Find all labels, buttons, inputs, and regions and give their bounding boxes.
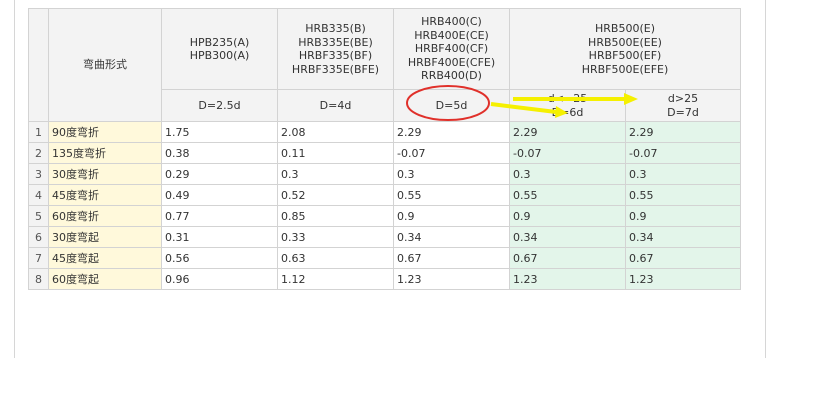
- row-number[interactable]: 5: [28, 205, 49, 227]
- subheader-d5: D=5d: [393, 89, 510, 122]
- header-line: HRBF335E(BFE): [291, 62, 380, 76]
- bend-table: 弯曲形式 HPB235(A) HPB300(A) HRB335(B) HRB33…: [28, 8, 741, 290]
- header-group-hrb400: HRB400(C) HRB400E(CE) HRBF400(CF) HRBF40…: [393, 8, 510, 90]
- subheader-d6: d<=25 D=6d: [509, 89, 626, 122]
- bend-form-cell[interactable]: 30度弯折: [48, 163, 162, 185]
- subheader-line: D=6d: [551, 105, 584, 119]
- value-cell-d7[interactable]: 0.34: [625, 226, 741, 248]
- bend-form-cell[interactable]: 135度弯折: [48, 142, 162, 164]
- row-number[interactable]: 7: [28, 247, 49, 269]
- value-cell-d5[interactable]: -0.07: [393, 142, 510, 164]
- value-cell-d5[interactable]: 0.9: [393, 205, 510, 227]
- value-cell-d6[interactable]: -0.07: [509, 142, 626, 164]
- table-row: 7 45度弯起 0.56 0.63 0.67 0.67 0.67: [28, 247, 741, 269]
- value-cell-d4[interactable]: 0.52: [277, 184, 394, 206]
- header-line: HRBF400(CF): [414, 42, 489, 56]
- header-group-hrb335: HRB335(B) HRB335E(BE) HRBF335(BF) HRBF33…: [277, 8, 394, 90]
- value-cell-d25[interactable]: 0.38: [161, 142, 278, 164]
- header-line: HRB500(E): [595, 22, 655, 35]
- header-line: HPB235(A): [189, 35, 250, 49]
- value-cell-d6[interactable]: 0.67: [509, 247, 626, 269]
- value-cell-d7[interactable]: 0.67: [625, 247, 741, 269]
- subheader-line: D=7d: [667, 105, 699, 119]
- header-line: HRB335(B): [305, 22, 366, 35]
- bend-form-cell[interactable]: 90度弯折: [48, 121, 162, 143]
- value-cell-d4[interactable]: 1.12: [277, 268, 394, 290]
- value-cell-d5[interactable]: 0.55: [393, 184, 510, 206]
- value-cell-d5[interactable]: 0.3: [393, 163, 510, 185]
- table-row: 2 135度弯折 0.38 0.11 -0.07 -0.07 -0.07: [28, 142, 741, 164]
- table-row: 6 30度弯起 0.31 0.33 0.34 0.34 0.34: [28, 226, 741, 248]
- subheader-line: d>25: [667, 92, 699, 105]
- value-cell-d4[interactable]: 0.33: [277, 226, 394, 248]
- value-cell-d5[interactable]: 1.23: [393, 268, 510, 290]
- value-cell-d7[interactable]: 0.9: [625, 205, 741, 227]
- value-cell-d7[interactable]: -0.07: [625, 142, 741, 164]
- bend-form-cell[interactable]: 30度弯起: [48, 226, 162, 248]
- value-cell-d25[interactable]: 0.96: [161, 268, 278, 290]
- table-row: 1 90度弯折 1.75 2.08 2.29 2.29 2.29: [28, 121, 741, 143]
- bend-form-cell[interactable]: 45度弯起: [48, 247, 162, 269]
- value-cell-d5[interactable]: 0.34: [393, 226, 510, 248]
- value-cell-d5[interactable]: 2.29: [393, 121, 510, 143]
- header-line: HRBF400E(CFE): [407, 55, 496, 69]
- header-group-hrb500: HRB500(E) HRB500E(EE) HRBF500(EF) HRBF50…: [509, 8, 741, 90]
- value-cell-d25[interactable]: 0.29: [161, 163, 278, 185]
- header-line: HRBF500(EF): [588, 49, 662, 62]
- value-cell-d4[interactable]: 0.63: [277, 247, 394, 269]
- value-cell-d6[interactable]: 1.23: [509, 268, 626, 290]
- table-row: 5 60度弯折 0.77 0.85 0.9 0.9 0.9: [28, 205, 741, 227]
- bend-form-cell[interactable]: 45度弯折: [48, 184, 162, 206]
- value-cell-d6[interactable]: 0.55: [509, 184, 626, 206]
- header-line: HRBF500E(EFE): [581, 62, 669, 76]
- value-cell-d25[interactable]: 0.31: [161, 226, 278, 248]
- value-cell-d25[interactable]: 0.77: [161, 205, 278, 227]
- corner-cell: [28, 8, 49, 122]
- value-cell-d7[interactable]: 0.3: [625, 163, 741, 185]
- value-cell-d7[interactable]: 2.29: [625, 121, 741, 143]
- row-number[interactable]: 1: [28, 121, 49, 143]
- value-cell-d4[interactable]: 0.85: [277, 205, 394, 227]
- header-group-hpb: HPB235(A) HPB300(A): [161, 8, 278, 90]
- bend-form-header: 弯曲形式: [48, 8, 162, 122]
- subheader-line: d<=25: [547, 92, 588, 105]
- value-cell-d25[interactable]: 1.75: [161, 121, 278, 143]
- bend-form-cell[interactable]: 60度弯折: [48, 205, 162, 227]
- value-cell-d6[interactable]: 0.9: [509, 205, 626, 227]
- value-cell-d4[interactable]: 0.3: [277, 163, 394, 185]
- header-line: HPB300(A): [189, 49, 250, 62]
- value-cell-d6[interactable]: 0.3: [509, 163, 626, 185]
- header-line: HRB500E(EE): [588, 35, 662, 49]
- header-line: HRB400(C): [421, 15, 482, 29]
- table-row: 3 30度弯折 0.29 0.3 0.3 0.3 0.3: [28, 163, 741, 185]
- subheader-d7: d>25 D=7d: [625, 89, 741, 122]
- subheader-d25: D=2.5d: [161, 89, 278, 122]
- row-number[interactable]: 6: [28, 226, 49, 248]
- value-cell-d7[interactable]: 0.55: [625, 184, 741, 206]
- value-cell-d4[interactable]: 0.11: [277, 142, 394, 164]
- row-number[interactable]: 3: [28, 163, 49, 185]
- value-cell-d25[interactable]: 0.49: [161, 184, 278, 206]
- header-line: HRBF335(BF): [298, 49, 373, 62]
- value-cell-d5[interactable]: 0.67: [393, 247, 510, 269]
- bend-form-cell[interactable]: 60度弯起: [48, 268, 162, 290]
- subheader-d4: D=4d: [277, 89, 394, 122]
- row-number[interactable]: 4: [28, 184, 49, 206]
- value-cell-d6[interactable]: 2.29: [509, 121, 626, 143]
- header-line: HRB400E(CE): [414, 28, 489, 42]
- row-number[interactable]: 8: [28, 268, 49, 290]
- value-cell-d4[interactable]: 2.08: [277, 121, 394, 143]
- header-line: RRB400(D): [421, 69, 482, 83]
- row-number[interactable]: 2: [28, 142, 49, 164]
- value-cell-d25[interactable]: 0.56: [161, 247, 278, 269]
- table-row: 4 45度弯折 0.49 0.52 0.55 0.55 0.55: [28, 184, 741, 206]
- value-cell-d7[interactable]: 1.23: [625, 268, 741, 290]
- header-line: HRB335E(BE): [298, 35, 373, 49]
- grid-container: 弯曲形式 HPB235(A) HPB300(A) HRB335(B) HRB33…: [28, 8, 741, 290]
- value-cell-d6[interactable]: 0.34: [509, 226, 626, 248]
- table-row: 8 60度弯起 0.96 1.12 1.23 1.23 1.23: [28, 268, 741, 290]
